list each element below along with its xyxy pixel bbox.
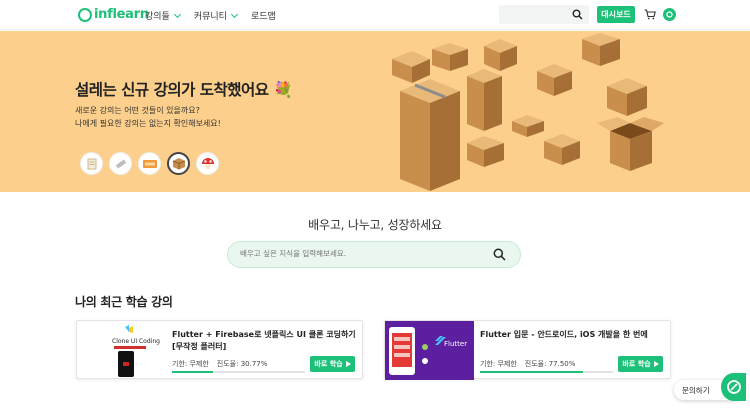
box-icon — [172, 158, 185, 170]
main-nav: 강의들 커뮤니티 로드맵 — [145, 9, 276, 22]
course-1-title[interactable]: Flutter + Firebase로 넷플릭스 UI 클론 코딩하기 [무작정… — [172, 329, 358, 353]
hero-subtitle-line2: 나에게 필요한 강의는 없는지 확인해보세요! — [75, 119, 221, 128]
play-icon — [345, 361, 351, 367]
nav-roadmap-label: 로드맵 — [250, 12, 276, 22]
course-1-thumbnail: Clone UI Coding — [85, 324, 173, 377]
course-1-continue-label: 바로 학습 — [314, 360, 343, 368]
mushroom-icon — [201, 157, 214, 169]
course-2-progress-bar — [480, 371, 613, 373]
course-2-continue-button[interactable]: 바로 학습 — [618, 356, 663, 372]
chevron-down-icon — [230, 10, 239, 18]
nav-courses-label: 강의들 — [145, 12, 170, 22]
hero-banner[interactable]: 설레는 신규 강의가 도착했어요 💐 새로운 강의는 어떤 것들이 있을까요? … — [0, 31, 750, 192]
dashboard-button[interactable]: 대시보드 — [597, 6, 635, 23]
hero-thumb-2[interactable] — [109, 152, 132, 175]
nav-courses[interactable]: 강의들 — [145, 9, 181, 22]
user-avatar-icon[interactable] — [663, 8, 676, 21]
nav-community[interactable]: 커뮤니티 — [193, 9, 239, 22]
course-2-title[interactable]: Flutter 입문 - 안드로이드, iOS 개발을 한 번에 — [480, 329, 666, 341]
course-1-progress-label: 진도율: 30.77% — [216, 360, 268, 368]
search-icon[interactable] — [493, 248, 506, 261]
play-icon — [653, 361, 659, 367]
hero-thumb-5[interactable] — [196, 152, 219, 175]
nav-community-label: 커뮤니티 — [193, 12, 227, 22]
logo-mark-icon — [78, 7, 92, 22]
course-1-meta: 기한: 무제한 진도율: 30.77% — [172, 359, 267, 369]
hero-thumbnail-list — [80, 152, 219, 175]
page: inflearn 강의들 커뮤니티 로드맵 대시보드 설레는 신규 강의가 도착… — [0, 0, 750, 408]
course-2-meta: 기한: 무제한 진도율: 77.50% — [480, 359, 575, 369]
document-icon — [87, 158, 96, 169]
inquiry-button[interactable] — [721, 373, 746, 401]
course-2-progress-fill — [480, 371, 584, 373]
course-1-progress-fill — [172, 371, 213, 373]
course-1-thumb-text: Clone UI Coding — [112, 338, 160, 345]
tools-icon — [115, 158, 126, 169]
course-2-period: 기한: 무제한 — [480, 360, 517, 368]
card-icon — [142, 159, 157, 168]
hero-title: 설레는 신규 강의가 도착했어요 💐 — [75, 81, 293, 99]
course-2-progress-label: 진도율: 77.50% — [524, 360, 576, 368]
course-1-period: 기한: 무제한 — [172, 360, 209, 368]
inquiry-label: 문의하기 — [682, 385, 710, 395]
boxes-illustration — [392, 33, 664, 191]
main-search-input[interactable] — [240, 249, 480, 258]
course-2-continue-label: 바로 학습 — [622, 360, 651, 368]
nav-roadmap[interactable]: 로드맵 — [251, 9, 276, 22]
slogan-text: 배우고, 나누고, 성장하세요 — [308, 218, 442, 232]
hero-thumb-4[interactable] — [167, 152, 190, 175]
course-1-continue-button[interactable]: 바로 학습 — [310, 356, 355, 372]
hero-thumb-3[interactable] — [138, 152, 161, 175]
hero-thumb-1[interactable] — [80, 152, 103, 175]
logo-text: inflearn — [94, 7, 149, 22]
course-1-progress-bar — [172, 371, 305, 373]
hero-subtitle-line1: 새로운 강의는 어떤 것들이 있을까요? — [75, 106, 200, 115]
course-2-thumb-text: Flutter — [444, 340, 467, 348]
main-search-bar[interactable] — [227, 241, 521, 268]
inflearn-logo[interactable]: inflearn — [78, 7, 149, 22]
top-navbar: inflearn 강의들 커뮤니티 로드맵 대시보드 — [0, 0, 750, 30]
header-search-input[interactable] — [499, 5, 589, 24]
course-card-2[interactable]: Flutter Flutter 입문 - 안드로이드, iOS 개발을 한 번에… — [384, 320, 671, 380]
chat-icon — [726, 380, 741, 394]
course-card-1[interactable]: Clone UI Coding Flutter + Firebase로 넷플릭스… — [76, 320, 363, 379]
chevron-down-icon — [173, 10, 181, 18]
recent-courses-title: 나의 최근 학습 강의 — [75, 295, 173, 309]
course-2-thumbnail: Flutter — [385, 321, 474, 380]
search-icon[interactable] — [572, 9, 583, 20]
cart-icon[interactable] — [644, 9, 656, 20]
